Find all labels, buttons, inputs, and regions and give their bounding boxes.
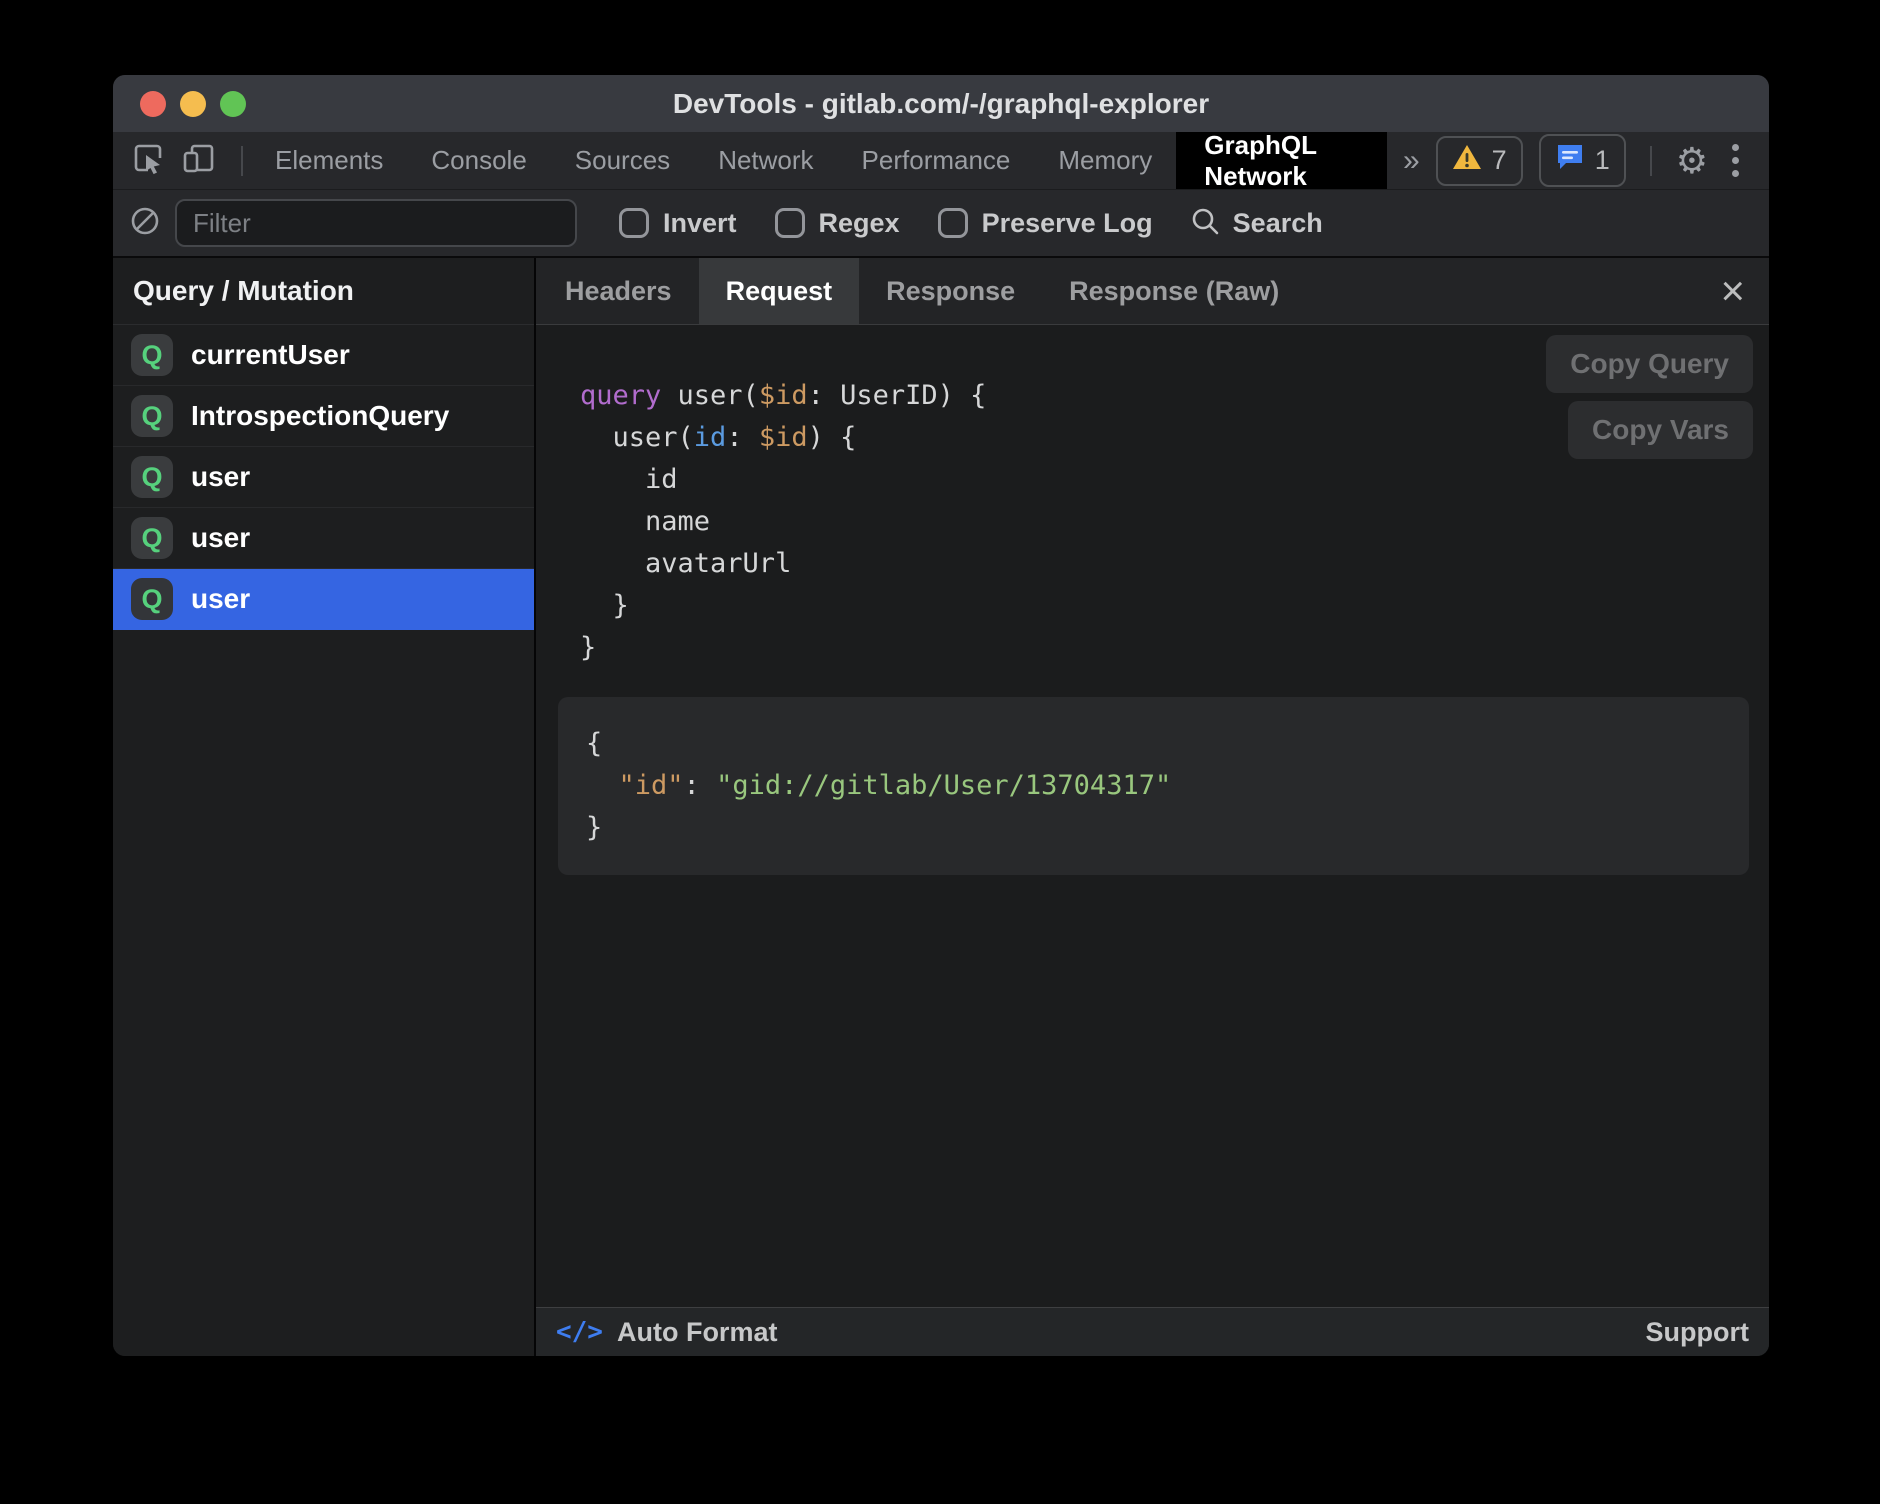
tab-console[interactable]: Console (407, 132, 550, 189)
main-area: Query / Mutation Q currentUser Q Introsp… (113, 258, 1769, 1356)
tab-elements[interactable]: Elements (251, 132, 407, 189)
invert-checkbox-group[interactable]: Invert (619, 208, 737, 239)
window-title: DevTools - gitlab.com/-/graphql-explorer (673, 88, 1209, 120)
invert-label: Invert (663, 208, 737, 239)
code-brackets-icon: </> (556, 1317, 603, 1347)
search-icon (1189, 205, 1221, 242)
warning-icon (1452, 144, 1482, 178)
regex-checkbox[interactable] (775, 208, 805, 238)
tab-graphql-network[interactable]: GraphQL Network (1176, 132, 1387, 189)
query-badge: Q (131, 334, 173, 376)
toolbar-separator (241, 146, 243, 176)
tab-response[interactable]: Response (859, 258, 1042, 324)
query-badge: Q (131, 456, 173, 498)
support-link[interactable]: Support (1646, 1317, 1749, 1348)
devtools-window: DevTools - gitlab.com/-/graphql-explorer… (113, 75, 1769, 1356)
settings-gear-icon[interactable]: ⚙ (1676, 143, 1708, 179)
traffic-lights (140, 75, 246, 132)
block-icon[interactable] (129, 205, 161, 242)
badges-separator (1650, 146, 1652, 176)
list-item-currentuser[interactable]: Q currentUser (113, 325, 534, 386)
tab-memory[interactable]: Memory (1034, 132, 1176, 189)
list-item-user-1[interactable]: Q user (113, 447, 534, 508)
search-label: Search (1233, 208, 1323, 239)
regex-checkbox-group[interactable]: Regex (775, 208, 900, 239)
query-list-header: Query / Mutation (113, 258, 534, 325)
tab-headers[interactable]: Headers (538, 258, 699, 324)
preserve-log-label: Preserve Log (982, 208, 1153, 239)
auto-format-button[interactable]: Auto Format (617, 1317, 777, 1348)
tab-network[interactable]: Network (694, 132, 837, 189)
zoom-window-button[interactable] (220, 91, 246, 117)
query-list-panel: Query / Mutation Q currentUser Q Introsp… (113, 258, 536, 1356)
tab-request[interactable]: Request (699, 258, 860, 324)
issues-badge[interactable]: 1 (1539, 134, 1626, 187)
invert-checkbox[interactable] (619, 208, 649, 238)
issues-count: 1 (1595, 145, 1610, 176)
query-badge: Q (131, 578, 173, 620)
list-item-introspectionquery[interactable]: Q IntrospectionQuery (113, 386, 534, 447)
preserve-log-checkbox[interactable] (938, 208, 968, 238)
device-toolbar-icon[interactable] (181, 140, 217, 181)
message-icon (1555, 142, 1585, 179)
titlebar: DevTools - gitlab.com/-/graphql-explorer (113, 75, 1769, 132)
request-content: query user($id: UserID) { user(id: $id) … (536, 325, 1769, 1307)
inspect-element-icon[interactable] (131, 141, 165, 180)
query-badge: Q (131, 395, 173, 437)
devtools-tabbar: Elements Console Sources Network Perform… (113, 132, 1769, 190)
close-window-button[interactable] (140, 91, 166, 117)
tab-response-raw[interactable]: Response (Raw) (1042, 258, 1306, 324)
variables-box: { "id": "gid://gitlab/User/13704317"} (558, 697, 1749, 875)
tab-performance[interactable]: Performance (838, 132, 1035, 189)
copy-vars-button[interactable]: Copy Vars (1568, 401, 1753, 459)
filter-toolbar: Invert Regex Preserve Log Search (113, 190, 1769, 258)
detail-footer: </> Auto Format Support (536, 1307, 1769, 1356)
detail-tabs: Headers Request Response Response (Raw) … (536, 258, 1769, 325)
kebab-menu-icon[interactable] (1724, 140, 1747, 181)
detail-panel: Headers Request Response Response (Raw) … (536, 258, 1769, 1356)
filter-input[interactable] (175, 199, 577, 247)
tab-sources[interactable]: Sources (551, 132, 694, 189)
list-item-user-3-selected[interactable]: Q user (113, 569, 534, 630)
copy-query-button[interactable]: Copy Query (1546, 335, 1753, 393)
search-control[interactable]: Search (1189, 205, 1323, 242)
regex-label: Regex (819, 208, 900, 239)
preserve-log-checkbox-group[interactable]: Preserve Log (938, 208, 1153, 239)
query-badge: Q (131, 517, 173, 559)
close-detail-icon[interactable]: × (1696, 258, 1769, 324)
more-tabs-chevron[interactable]: » (1387, 132, 1436, 189)
warnings-badge[interactable]: 7 (1436, 136, 1523, 186)
list-item-user-2[interactable]: Q user (113, 508, 534, 569)
minimize-window-button[interactable] (180, 91, 206, 117)
warning-count: 7 (1492, 145, 1507, 176)
